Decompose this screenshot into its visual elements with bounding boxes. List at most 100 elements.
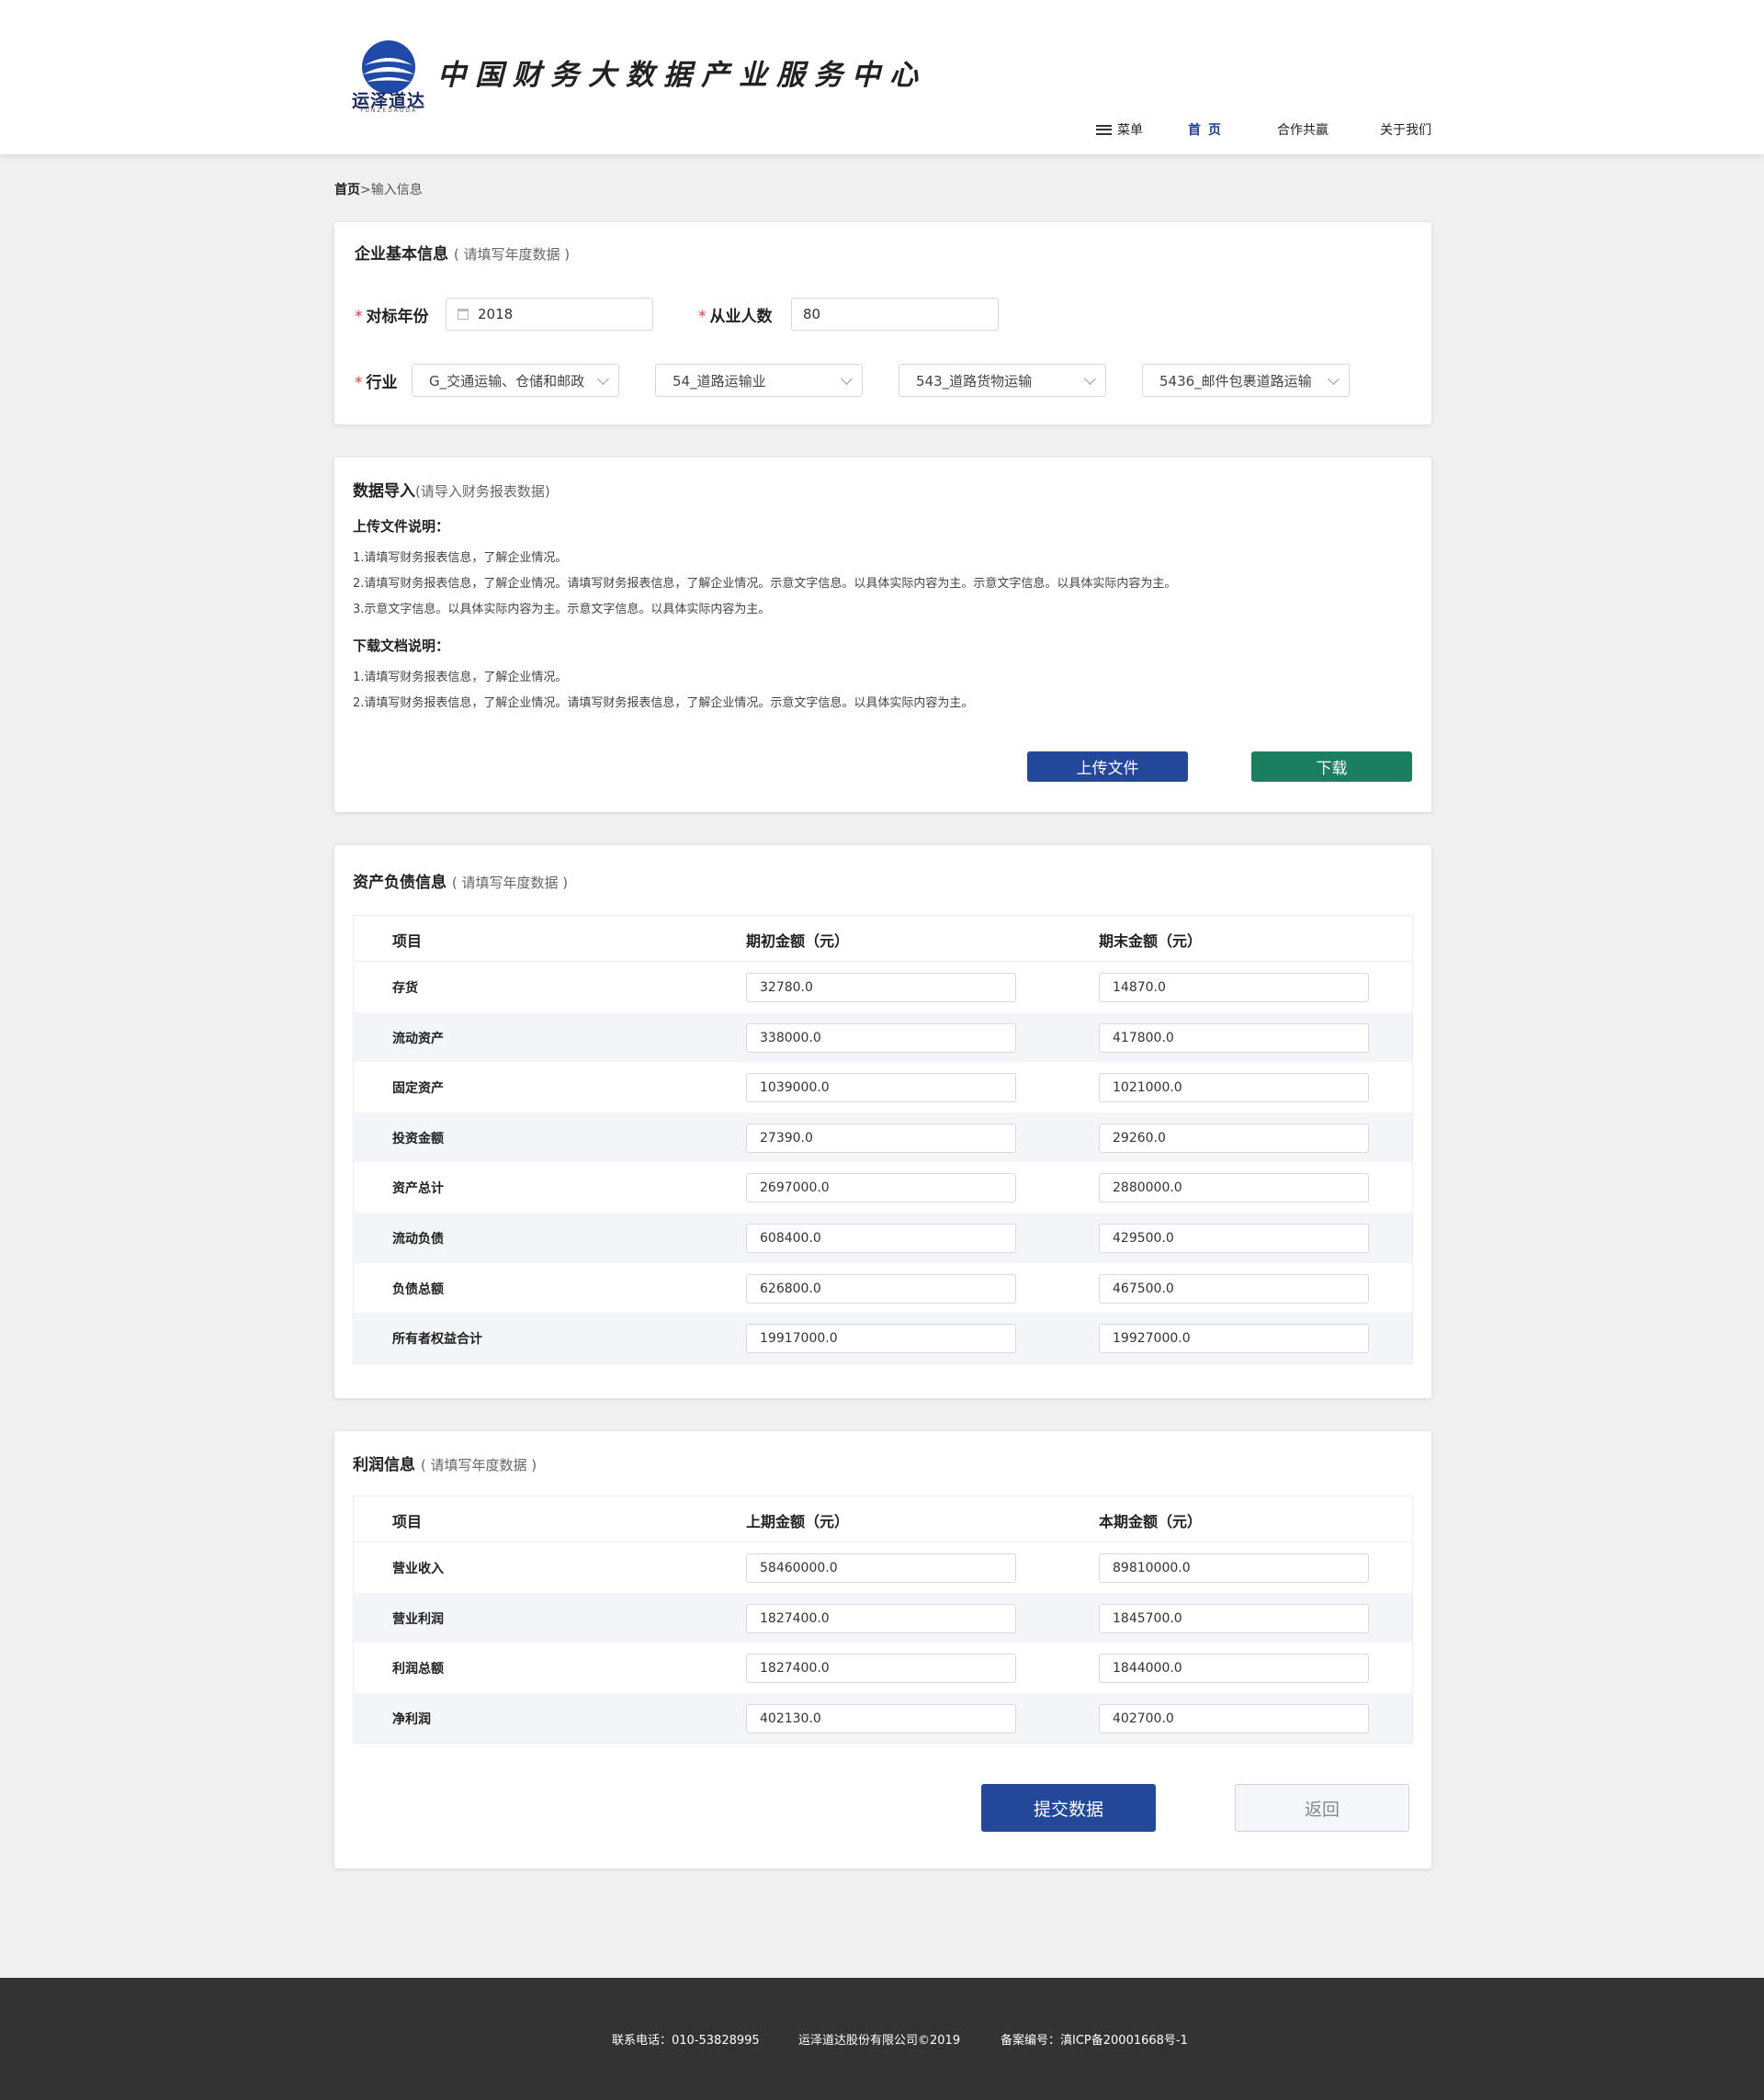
- footer-icp[interactable]: 备案编号：滇ICP备20001668号-1: [1001, 2030, 1188, 2048]
- data-import-title: 数据导入(请导入财务报表数据): [353, 478, 550, 501]
- balance-table: 项目 期初金额（元） 期末金额（元） 存货 32780.0 14870.0 流动…: [353, 915, 1413, 1364]
- start-amount-input[interactable]: 608400.0: [746, 1223, 1016, 1253]
- row-name: 固定资产: [392, 1081, 444, 1097]
- row-name: 营业收入: [392, 1562, 444, 1576]
- end-amount-input[interactable]: 14870.0: [1099, 973, 1369, 1002]
- table-row: 固定资产 1039000.0 1021000.0: [354, 1062, 1412, 1112]
- employees-input[interactable]: 80: [791, 298, 999, 331]
- calendar-icon: [458, 309, 469, 320]
- curr-amount-input[interactable]: 89810000.0: [1099, 1553, 1369, 1583]
- basic-info-hint: ( 请填写年度数据 ): [453, 246, 571, 263]
- upload-file-button[interactable]: 上传文件: [1027, 751, 1188, 782]
- end-amount-input[interactable]: 417800.0: [1099, 1022, 1369, 1053]
- start-amount-input[interactable]: 32780.0: [746, 973, 1016, 1002]
- upload-line-2: 2.请填写财务报表信息，了解企业情况。请填写财务报表信息，了解企业情况。示意文字…: [353, 577, 1177, 591]
- year-label-text: 对标年份: [366, 308, 429, 326]
- industry-select-1[interactable]: G_交通运输、仓储和邮政业: [412, 364, 619, 397]
- chevron-down-icon: [841, 373, 853, 385]
- employees-value: 80: [803, 306, 821, 322]
- start-amount-input[interactable]: 2697000.0: [746, 1173, 1016, 1203]
- industry-label: * 行业: [355, 369, 398, 392]
- end-amount-input[interactable]: 1021000.0: [1099, 1073, 1369, 1103]
- download-button[interactable]: 下载: [1251, 751, 1412, 782]
- row-name: 利润总额: [392, 1662, 444, 1677]
- curr-amount-input[interactable]: 1844000.0: [1099, 1654, 1369, 1684]
- nav-cooperation[interactable]: 合作共赢: [1277, 119, 1329, 140]
- table-row: 资产总计 2697000.0 2880000.0: [354, 1162, 1412, 1213]
- industry-select-4-value: 5436_邮件包裹道路运输: [1159, 372, 1312, 390]
- chevron-down-icon: [1328, 373, 1340, 385]
- data-import-title-text: 数据导入: [353, 482, 415, 501]
- prev-amount-input[interactable]: 1827400.0: [746, 1654, 1016, 1684]
- start-amount-input[interactable]: 1039000.0: [746, 1073, 1016, 1103]
- site-title: 中国财务大数据产业服务中心: [437, 59, 927, 92]
- required-mark: *: [698, 308, 707, 326]
- table-row: 流动负债 608400.0 429500.0: [354, 1212, 1412, 1263]
- required-mark: *: [355, 374, 363, 392]
- table-row: 营业收入 58460000.0 89810000.0: [354, 1542, 1412, 1593]
- year-label: * 对标年份: [355, 303, 429, 326]
- download-instructions-title: 下载文档说明：: [353, 638, 450, 654]
- row-name: 营业利润: [392, 1611, 444, 1627]
- site-header: 运泽道达 YUNZEDAODA 中国财务大数据产业服务中心 菜单 首页 合作共赢…: [0, 0, 1764, 154]
- breadcrumb-home[interactable]: 首页: [334, 183, 360, 198]
- submit-data-button[interactable]: 提交数据: [981, 1784, 1156, 1832]
- table-row: 负债总额 626800.0 467500.0: [354, 1263, 1412, 1314]
- upload-instructions-title: 上传文件说明：: [353, 518, 450, 535]
- industry-select-4[interactable]: 5436_邮件包裹道路运输: [1142, 364, 1350, 397]
- curr-amount-input[interactable]: 1845700.0: [1099, 1603, 1369, 1633]
- nav-about[interactable]: 关于我们: [1380, 119, 1431, 140]
- prev-amount-input[interactable]: 1827400.0: [746, 1603, 1016, 1633]
- start-amount-input[interactable]: 19917000.0: [746, 1324, 1016, 1354]
- site-footer: 联系电话：010-53828995 运泽道达股份有限公司©2019 备案编号：滇…: [0, 1978, 1764, 2100]
- balance-hint: ( 请填写年度数据 ): [451, 875, 569, 891]
- row-name: 流动负债: [392, 1231, 444, 1247]
- table-row: 营业利润 1827400.0 1845700.0: [354, 1592, 1412, 1643]
- footer-company: 运泽道达股份有限公司©2019: [798, 2034, 961, 2048]
- employees-label-text: 从业人数: [709, 308, 773, 326]
- breadcrumb-current: 输入信息: [370, 183, 423, 198]
- chevron-down-icon: [597, 373, 609, 385]
- col-item: 项目: [392, 1513, 423, 1530]
- table-header: 项目 上期金额（元） 本期金额（元）: [354, 1496, 1412, 1542]
- end-amount-input[interactable]: 429500.0: [1099, 1223, 1369, 1253]
- profit-table: 项目 上期金额（元） 本期金额（元） 营业收入 58460000.0 89810…: [353, 1496, 1413, 1744]
- row-name: 流动资产: [392, 1031, 444, 1046]
- col-end-amount: 期末金额（元）: [1099, 932, 1203, 950]
- basic-info-title: 企业基本信息 ( 请填写年度数据 ): [355, 241, 570, 264]
- profit-title-text: 利润信息: [353, 1456, 415, 1474]
- row-name: 负债总额: [392, 1281, 444, 1297]
- end-amount-input[interactable]: 29260.0: [1099, 1123, 1369, 1153]
- start-amount-input[interactable]: 338000.0: [746, 1022, 1016, 1053]
- download-line-2: 2.请填写财务报表信息，了解企业情况。请填写财务报表信息，了解企业情况。示意文字…: [353, 696, 974, 710]
- row-name: 投资金额: [392, 1131, 444, 1146]
- nav-menu[interactable]: 菜单: [1096, 119, 1143, 140]
- industry-label-text: 行业: [366, 374, 398, 392]
- industry-select-3[interactable]: 543_道路货物运输: [899, 364, 1106, 397]
- balance-title: 资产负债信息 ( 请填写年度数据 ): [353, 869, 568, 892]
- end-amount-input[interactable]: 467500.0: [1099, 1273, 1369, 1304]
- start-amount-input[interactable]: 626800.0: [746, 1273, 1016, 1304]
- hamburger-icon: [1096, 124, 1112, 135]
- prev-amount-input[interactable]: 58460000.0: [746, 1553, 1016, 1583]
- curr-amount-input[interactable]: 402700.0: [1099, 1703, 1369, 1733]
- year-picker[interactable]: 2018: [446, 298, 653, 331]
- prev-amount-input[interactable]: 402130.0: [746, 1703, 1016, 1733]
- industry-select-2-value: 54_道路运输业: [673, 372, 766, 390]
- end-amount-input[interactable]: 19927000.0: [1099, 1324, 1369, 1354]
- row-name: 资产总计: [392, 1181, 444, 1197]
- basic-info-title-text: 企业基本信息: [355, 245, 448, 264]
- back-button[interactable]: 返回: [1235, 1784, 1409, 1832]
- balance-title-text: 资产负债信息: [353, 874, 447, 892]
- nav-home[interactable]: 首页: [1188, 119, 1228, 140]
- employees-label: * 从业人数: [698, 303, 773, 326]
- basic-info-card: 企业基本信息 ( 请填写年度数据 ) * 对标年份 2018 * 从业人数 80 *…: [334, 222, 1431, 424]
- profit-card: 利润信息 ( 请填写年度数据 ) 项目 上期金额（元） 本期金额（元） 营业收入…: [334, 1431, 1431, 1869]
- industry-select-1-value: G_交通运输、仓储和邮政业: [429, 372, 585, 390]
- nav-menu-label: 菜单: [1117, 123, 1143, 138]
- start-amount-input[interactable]: 27390.0: [746, 1123, 1016, 1153]
- industry-select-2[interactable]: 54_道路运输业: [655, 364, 863, 397]
- footer-phone: 联系电话：010-53828995: [612, 2034, 760, 2048]
- end-amount-input[interactable]: 2880000.0: [1099, 1173, 1369, 1203]
- table-row: 投资金额 27390.0 29260.0: [354, 1112, 1412, 1163]
